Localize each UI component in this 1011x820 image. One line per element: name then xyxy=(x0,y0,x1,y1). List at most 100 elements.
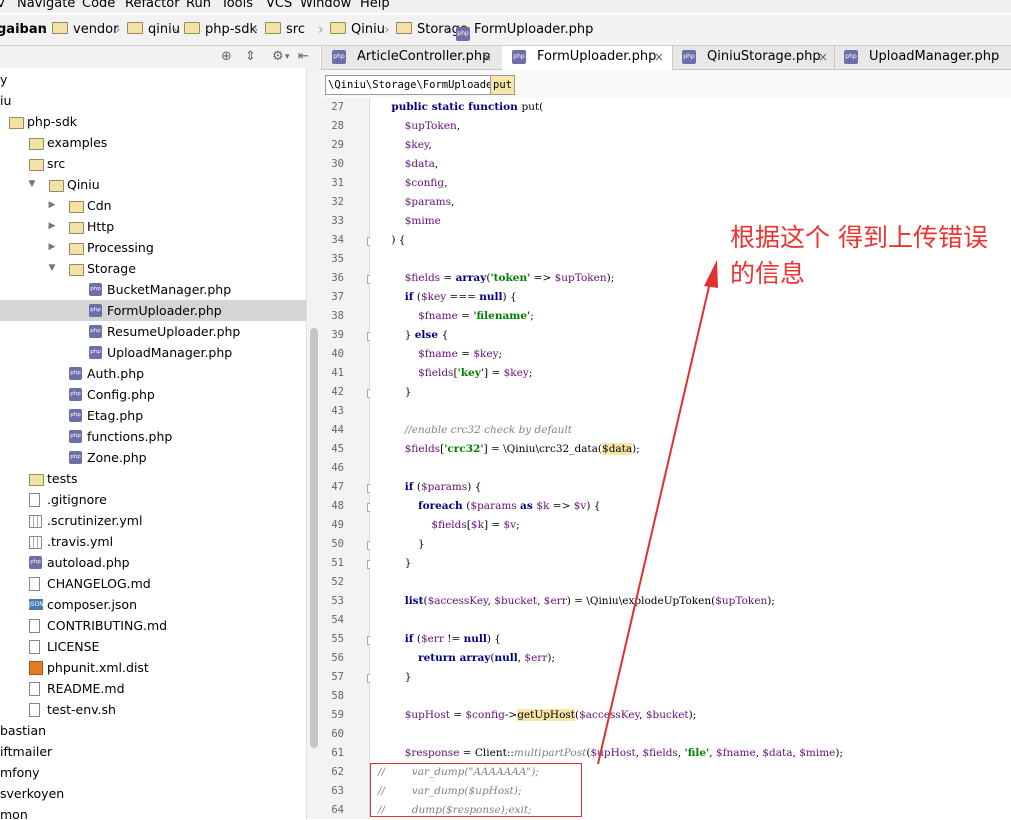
tree-item[interactable]: iu xyxy=(0,90,306,111)
tree-item[interactable]: php Config.php xyxy=(0,384,306,405)
tree-item[interactable]: README.md xyxy=(0,678,306,699)
menu-item[interactable]: Refactor xyxy=(125,0,180,12)
close-icon[interactable]: × xyxy=(654,46,664,68)
code-line: public static function put( xyxy=(378,98,543,117)
line-number: 40 xyxy=(331,348,344,360)
tree-item[interactable]: php functions.php xyxy=(0,426,306,447)
tree-item[interactable]: php ResumeUploader.php xyxy=(0,321,306,342)
code-token: $mime xyxy=(799,747,836,759)
tree-item[interactable]: ▼ Storage xyxy=(0,258,306,279)
tree-item[interactable]: php-sdk xyxy=(0,111,306,132)
tree-item[interactable]: mon xyxy=(0,804,306,819)
menu-item[interactable]: Code xyxy=(82,0,115,12)
code-token: ); xyxy=(547,652,555,664)
tree-item[interactable]: test-env.sh xyxy=(0,699,306,720)
close-icon[interactable]: × xyxy=(482,46,492,68)
tree-item[interactable]: CHANGELOG.md xyxy=(0,573,306,594)
tree-item[interactable]: bastian xyxy=(0,720,306,741)
tree-item[interactable]: CONTRIBUTING.md xyxy=(0,615,306,636)
breadcrumb-item[interactable]: php-sdk xyxy=(184,20,257,40)
tree-item[interactable]: php FormUploader.php xyxy=(0,300,306,321)
editor-breadcrumb-class[interactable]: \Qiniu\Storage\FormUploader xyxy=(325,75,502,95)
breadcrumb-item[interactable]: vendor xyxy=(52,20,118,40)
tree-item-label: README.md xyxy=(47,681,125,696)
gear-dropdown-icon[interactable]: ▾ xyxy=(285,49,290,65)
target-icon[interactable]: ⊕ xyxy=(221,49,232,65)
tree-item[interactable]: iftmailer xyxy=(0,741,306,762)
gear-icon[interactable]: ⚙ xyxy=(272,49,284,65)
menu-item[interactable]: Navigate xyxy=(17,0,75,12)
tree-item[interactable]: ▶ Processing xyxy=(0,237,306,258)
tree-item[interactable]: ▶ Http xyxy=(0,216,306,237)
code-token: , xyxy=(444,177,448,189)
tree-item[interactable]: sverkoyen xyxy=(0,783,306,804)
tree-item[interactable]: mfony xyxy=(0,762,306,783)
tree-item[interactable]: y xyxy=(0,69,306,90)
code-token: ) { xyxy=(467,481,482,493)
breadcrumb-item[interactable]: Qiniu xyxy=(330,20,385,40)
hide-icon[interactable]: ⇤ xyxy=(298,49,309,65)
close-icon[interactable]: × xyxy=(818,46,828,68)
tree-item[interactable]: phpunit.xml.dist xyxy=(0,657,306,678)
menu-item[interactable]: Help xyxy=(360,0,390,12)
editor-tab[interactable]: php FormUploader.php × xyxy=(502,46,673,70)
code-editor[interactable]: public static function put( $upToken, $k… xyxy=(370,98,1011,819)
menu-item[interactable]: Run xyxy=(186,0,211,12)
tree-item[interactable]: ▼ Qiniu xyxy=(0,174,306,195)
line-number: 29 xyxy=(331,139,344,151)
tree-item-label: Config.php xyxy=(87,387,155,402)
collapsed-arrow-icon[interactable]: ▶ xyxy=(46,216,58,237)
line-number: 35 xyxy=(331,253,344,265)
code-line: $upHost = $config->getUpHost($accessKey,… xyxy=(378,706,696,725)
tree-scroll-thumb[interactable] xyxy=(310,328,318,748)
tree-item[interactable]: php Zone.php xyxy=(0,447,306,468)
tree-scrollbar[interactable] xyxy=(306,68,321,819)
editor-tab[interactable]: php QiniuStorage.php × xyxy=(672,46,835,69)
navigation-breadcrumb: gaiban › vendor › qiniu › php-sdk › src › Qiniu › St… xyxy=(0,15,1011,46)
tree-item-label: iftmailer xyxy=(0,744,53,759)
yml-file-icon xyxy=(29,515,42,528)
code-line: return array(null, $err); xyxy=(378,649,555,668)
editor-breadcrumb-method[interactable]: put xyxy=(490,75,515,95)
tree-item[interactable]: php UploadManager.php xyxy=(0,342,306,363)
breadcrumb-separator: › xyxy=(318,22,324,38)
collapsed-arrow-icon[interactable]: ▶ xyxy=(46,195,58,216)
code-token: $accessKey xyxy=(579,709,640,721)
tree-item[interactable]: php Auth.php xyxy=(0,363,306,384)
editor-tab[interactable]: php ArticleController.php × xyxy=(322,46,503,69)
tree-item[interactable]: php Etag.php xyxy=(0,405,306,426)
collapsed-arrow-icon[interactable]: ▶ xyxy=(46,237,58,258)
text-file-icon xyxy=(29,703,40,717)
code-token: $upToken xyxy=(404,120,457,132)
menu-item[interactable]: VCS xyxy=(266,0,292,12)
tree-item[interactable]: examples xyxy=(0,132,306,153)
folder-icon xyxy=(69,222,84,234)
tree-item[interactable]: tests xyxy=(0,468,306,489)
tree-item[interactable]: .gitignore xyxy=(0,489,306,510)
tree-item[interactable]: .scrutinizer.yml xyxy=(0,510,306,531)
breadcrumb-item[interactable]: php FormUploader.php xyxy=(456,20,593,41)
menu-item[interactable]: v xyxy=(0,0,5,12)
line-number: 58 xyxy=(331,690,344,702)
tree-item[interactable]: LICENSE xyxy=(0,636,306,657)
collapse-icon[interactable]: ⇕ xyxy=(245,49,256,65)
breadcrumb-item[interactable]: src xyxy=(265,20,305,40)
tree-item[interactable]: .travis.yml xyxy=(0,531,306,552)
tree-item[interactable]: JSON composer.json xyxy=(0,594,306,615)
editor-tab[interactable]: php UploadManager.php xyxy=(834,46,1011,69)
tree-item[interactable]: php autoload.php xyxy=(0,552,306,573)
expanded-arrow-icon[interactable]: ▼ xyxy=(46,258,58,279)
tree-item[interactable]: ▶ Cdn xyxy=(0,195,306,216)
tree-item[interactable]: php BucketManager.php xyxy=(0,279,306,300)
menu-item[interactable]: Window xyxy=(300,0,351,12)
folder-icon xyxy=(49,180,64,192)
tree-item[interactable]: src xyxy=(0,153,306,174)
line-number: 37 xyxy=(331,291,344,303)
menu-item[interactable]: Tools xyxy=(221,0,253,12)
expanded-arrow-icon[interactable]: ▼ xyxy=(26,174,38,195)
line-number: 36 xyxy=(331,272,344,284)
tree-item-label: mfony xyxy=(0,765,40,780)
code-token: $key xyxy=(420,291,447,303)
php-file-icon: php xyxy=(682,50,696,64)
